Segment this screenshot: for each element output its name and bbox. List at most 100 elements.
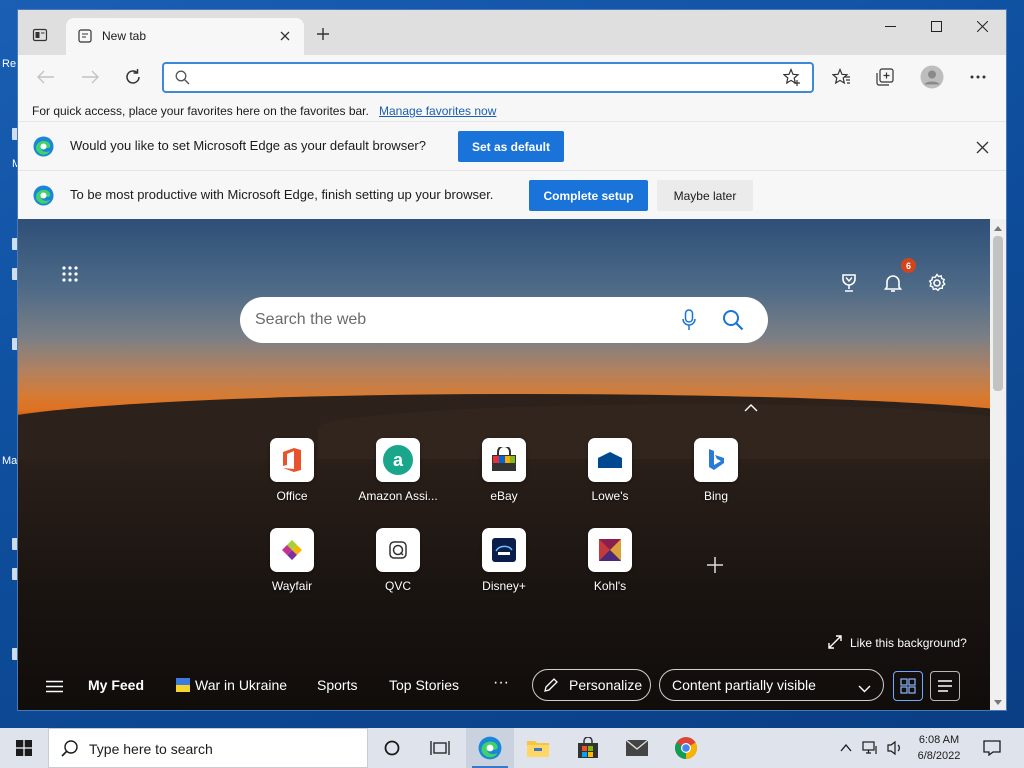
more-menu-icon[interactable]	[963, 62, 993, 92]
default-browser-message: Would you like to set Microsoft Edge as …	[70, 138, 426, 153]
quick-link-tile[interactable]: Kohl's	[565, 528, 655, 608]
desktop-icon-label: Re	[2, 58, 17, 70]
tab-sports[interactable]: Sports	[317, 677, 357, 693]
tile-label: Kohl's	[593, 579, 627, 593]
close-infobar-icon[interactable]	[972, 137, 992, 157]
notifications-bell-icon[interactable]	[880, 270, 906, 296]
add-favorite-star-icon[interactable]	[782, 67, 802, 90]
new-tab-plus-icon[interactable]	[312, 23, 334, 45]
taskbar-search-box[interactable]	[48, 728, 368, 768]
search-icon	[175, 70, 190, 88]
close-window-icon[interactable]	[959, 10, 1005, 42]
quick-link-tile[interactable]: a Amazon Assi...	[353, 438, 443, 518]
office-icon	[270, 438, 314, 482]
taskbar-edge-icon[interactable]	[466, 728, 514, 768]
new-tab-page: 6 Office a Amazon Assi.	[18, 219, 990, 710]
favorites-icon[interactable]	[826, 62, 856, 92]
like-background-link[interactable]: Like this background?	[828, 634, 967, 652]
system-clock[interactable]: 6:08 AM 6/8/2022	[906, 732, 972, 764]
favorites-bar-hint: For quick access, place your favorites h…	[32, 104, 369, 118]
back-icon[interactable]	[31, 62, 61, 92]
complete-setup-button[interactable]: Complete setup	[529, 180, 648, 211]
tile-label: Bing	[703, 489, 729, 503]
ebay-icon	[482, 438, 526, 482]
personalize-button[interactable]: Personalize	[532, 669, 651, 701]
address-bar[interactable]	[162, 62, 814, 93]
hamburger-menu-icon[interactable]	[46, 680, 63, 696]
forward-icon[interactable]	[75, 62, 105, 92]
edge-logo-icon	[33, 136, 54, 157]
qvc-icon	[376, 528, 420, 572]
add-site-plus-icon[interactable]	[703, 553, 727, 577]
disney-icon	[482, 528, 526, 572]
microphone-icon[interactable]	[677, 308, 701, 332]
task-view-icon[interactable]	[416, 728, 464, 768]
content-visibility-dropdown[interactable]: Content partially visible	[659, 669, 884, 701]
favorites-bar: For quick access, place your favorites h…	[18, 100, 1006, 122]
manage-favorites-link[interactable]: Manage favorites now	[379, 104, 496, 118]
quick-link-tile[interactable]: Office	[247, 438, 337, 518]
notifications-center-icon[interactable]	[972, 728, 1012, 768]
page-scrollbar[interactable]	[990, 219, 1006, 710]
scroll-up-icon[interactable]	[993, 223, 1003, 233]
quick-link-tile[interactable]: Lowe's	[565, 438, 655, 518]
more-topics-button[interactable]: ···	[493, 674, 509, 692]
set-as-default-button[interactable]: Set as default	[458, 131, 564, 162]
tile-label: QVC	[384, 579, 411, 593]
maximize-icon[interactable]	[913, 10, 959, 42]
list-view-icon[interactable]	[930, 671, 960, 701]
edge-logo-icon	[33, 185, 54, 206]
content-visibility-label: Content partially visible	[672, 677, 816, 693]
lowes-icon	[588, 438, 632, 482]
refresh-icon[interactable]	[118, 62, 148, 92]
close-tab-icon[interactable]	[276, 27, 294, 45]
collections-icon[interactable]	[870, 62, 900, 92]
tab-title: New tab	[102, 29, 147, 43]
tile-label: Disney+	[482, 579, 526, 593]
volume-icon[interactable]	[882, 728, 908, 768]
maybe-later-button[interactable]: Maybe later	[657, 180, 753, 211]
show-hidden-icons-chevron-icon[interactable]	[832, 728, 860, 768]
tab-war-in-ukraine[interactable]: War in Ukraine	[195, 677, 287, 693]
microsoft-store-icon[interactable]	[564, 728, 612, 768]
svg-text:a: a	[393, 450, 404, 470]
rewards-trophy-icon[interactable]	[836, 270, 862, 296]
tab-actions-icon[interactable]	[29, 24, 51, 46]
tile-label: Wayfair	[271, 579, 313, 593]
settings-gear-icon[interactable]	[924, 270, 950, 296]
file-explorer-icon[interactable]	[514, 728, 562, 768]
taskbar: 6:08 AM 6/8/2022	[0, 728, 1024, 768]
chrome-icon[interactable]	[662, 728, 710, 768]
mail-icon[interactable]	[613, 728, 661, 768]
clock-time: 6:08 AM	[918, 734, 960, 746]
scrollbar-thumb[interactable]	[993, 236, 1003, 391]
ukraine-flag-icon	[176, 678, 190, 693]
collapse-chevron-up-icon[interactable]	[742, 401, 760, 415]
clock-date: 6/8/2022	[917, 750, 961, 762]
profile-avatar-icon[interactable]	[917, 62, 947, 92]
taskbar-search-input[interactable]	[89, 738, 359, 760]
tile-label: Amazon Assi...	[358, 489, 438, 503]
tab-top-stories[interactable]: Top Stories	[389, 677, 459, 693]
network-icon[interactable]	[858, 728, 884, 768]
quick-link-tile[interactable]: eBay	[459, 438, 549, 518]
quick-link-tile[interactable]: Disney+	[459, 528, 549, 608]
edge-window: New tab For quick access, place your fav…	[18, 10, 1006, 710]
tab-my-feed[interactable]: My Feed	[88, 677, 144, 693]
web-search-input[interactable]	[255, 308, 655, 332]
start-windows-icon[interactable]	[0, 728, 48, 768]
cortana-icon[interactable]	[368, 728, 416, 768]
address-input[interactable]	[198, 66, 778, 90]
scroll-down-icon[interactable]	[993, 697, 1003, 707]
quick-link-tile[interactable]: QVC	[353, 528, 443, 608]
grid-view-icon[interactable]	[893, 671, 923, 701]
minimize-icon[interactable]	[867, 10, 913, 42]
quick-link-tile[interactable]: Bing	[671, 438, 761, 518]
tab-new-tab[interactable]: New tab	[66, 18, 304, 55]
feed-bar: My Feed War in Ukraine Sports Top Storie…	[18, 663, 990, 710]
quick-link-tile[interactable]: Wayfair	[247, 528, 337, 608]
search-submit-icon[interactable]	[720, 307, 746, 333]
app-launcher-icon[interactable]	[57, 261, 83, 287]
chevron-down-icon	[858, 680, 871, 696]
web-search-box[interactable]	[240, 297, 768, 343]
